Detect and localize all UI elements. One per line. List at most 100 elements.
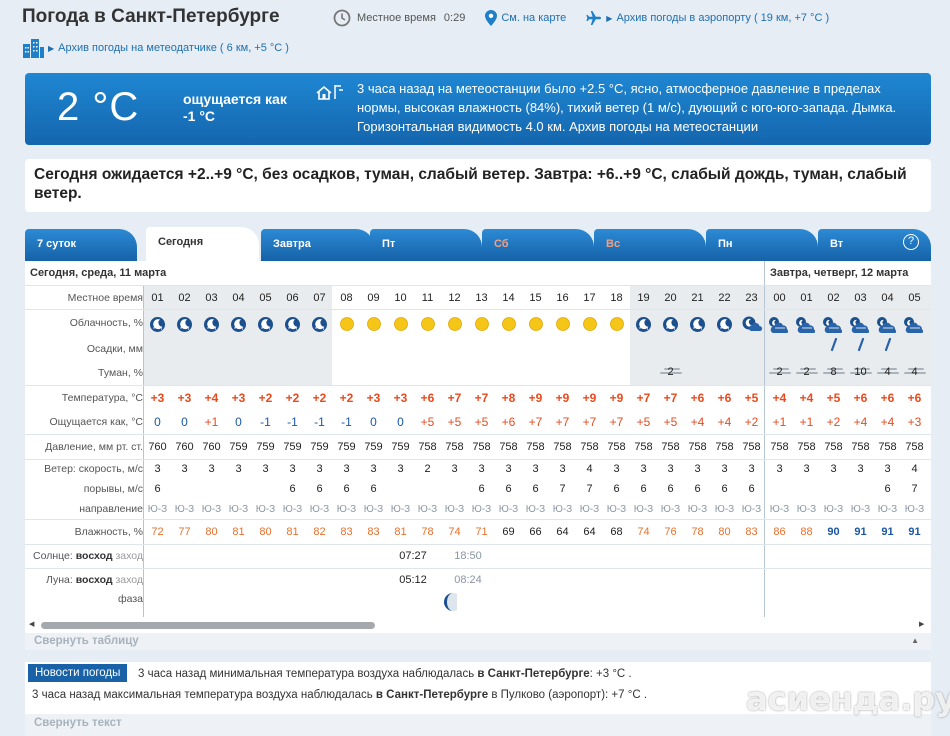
wind-gust-value: 6 xyxy=(613,483,620,495)
temperature-value: +3 xyxy=(231,391,246,405)
wind-speed-value: 3 xyxy=(451,463,458,475)
wind-speed-value: 3 xyxy=(830,463,837,475)
wind-gust-value: 6 xyxy=(532,483,539,495)
wind-gust-value: 6 xyxy=(343,483,350,495)
feels-like-value: 0 xyxy=(181,415,188,429)
wind-speed-value: 3 xyxy=(208,463,215,475)
map-pin-icon xyxy=(485,10,498,26)
wind-direction: Ю-З xyxy=(633,504,654,515)
wind-direction: Ю-З xyxy=(525,504,546,515)
tab-monday[interactable]: Пн xyxy=(706,229,818,261)
humidity-value: 88 xyxy=(800,526,813,538)
temperature-value: +2 xyxy=(339,391,354,405)
pressure-value: 758 xyxy=(607,441,626,453)
feels-like-value: -1 xyxy=(341,415,352,429)
wind-direction: Ю-З xyxy=(282,504,303,515)
moonrise-time: 05:12 xyxy=(399,574,427,586)
news-city: в Санкт-Петербурге xyxy=(375,689,489,701)
humidity-value: 64 xyxy=(583,526,596,538)
day-header-tomorrow: Завтра, четверг, 12 марта xyxy=(770,267,909,279)
fog-value: 4 xyxy=(884,366,891,378)
chevron-up-icon: ▲ xyxy=(911,636,919,645)
feels-like-value: +1 xyxy=(772,415,787,429)
airport-archive-link[interactable]: Архив погоды в аэропорту ( 19 км, +7 °С … xyxy=(616,12,829,24)
pressure-value: 759 xyxy=(364,441,383,453)
wind-speed-value: 3 xyxy=(640,463,647,475)
tab-saturday[interactable]: Сб xyxy=(482,229,594,261)
tab-tomorrow[interactable]: Завтра xyxy=(261,229,374,261)
row-label-moon-phase: фаза xyxy=(117,593,143,605)
wind-gust-value: 6 xyxy=(667,483,674,495)
hour-label: 01 xyxy=(151,292,164,304)
clear-night-icon xyxy=(198,316,225,336)
temperature-value: +5 xyxy=(826,391,841,405)
tab-sunday[interactable]: Вс xyxy=(594,229,706,261)
help-icon[interactable]: ? xyxy=(903,234,919,250)
hour-label: 14 xyxy=(502,292,515,304)
humidity-value: 71 xyxy=(475,526,488,538)
station-archive-link[interactable]: Архив погоды на метеодатчике ( 6 км, +5 … xyxy=(58,42,289,54)
clear-night-icon xyxy=(225,316,252,336)
hour-label: 17 xyxy=(583,292,596,304)
page-header: Погода в Санкт-Петербурге Местное время … xyxy=(22,4,932,58)
feels-like-value: +1 xyxy=(799,415,814,429)
temperature-value: +6 xyxy=(853,391,868,405)
map-link[interactable]: См. на карте xyxy=(501,12,566,24)
humidity-value: 68 xyxy=(610,526,623,538)
feels-like-value: +5 xyxy=(636,415,651,429)
pressure-value: 760 xyxy=(202,441,221,453)
pressure-value: 759 xyxy=(337,441,356,453)
moonrise-label: восход xyxy=(75,574,113,586)
hour-label: 22 xyxy=(718,292,731,304)
tab-today[interactable]: Сегодня xyxy=(146,227,259,261)
row-label-feels: Ощущается как, °С xyxy=(49,416,143,428)
feels-like-value: +6 xyxy=(501,415,516,429)
collapse-table-label: Свернуть таблицу xyxy=(34,635,139,647)
scroll-right-arrow[interactable]: ▶ xyxy=(919,620,924,628)
feels-like-value: +3 xyxy=(907,415,922,429)
news-text: 3 часа назад минимальная температура воз… xyxy=(138,668,478,680)
scroll-left-arrow[interactable]: ◀ xyxy=(29,620,34,628)
horizontal-scrollbar[interactable] xyxy=(41,622,375,629)
hour-label: 02 xyxy=(178,292,191,304)
hour-label: 08 xyxy=(340,292,353,304)
hour-label: 20 xyxy=(664,292,677,304)
humidity-value: 77 xyxy=(178,526,191,538)
tab-7-days[interactable]: 7 суток xyxy=(25,229,137,261)
temperature-value: +4 xyxy=(204,391,219,405)
wind-speed-value: 3 xyxy=(154,463,161,475)
wind-direction: Ю-З xyxy=(309,504,330,515)
wind-gust-value: 6 xyxy=(370,483,377,495)
wind-direction: Ю-З xyxy=(228,504,249,515)
sun-icon xyxy=(603,316,630,335)
row-label-humidity: Влажность, % xyxy=(74,526,143,538)
wind-direction: Ю-З xyxy=(498,504,519,515)
wind-direction: Ю-З xyxy=(606,504,627,515)
news-tag[interactable]: Новости погоды xyxy=(28,664,128,682)
sun-icon xyxy=(387,316,414,335)
tab-friday[interactable]: Пт xyxy=(370,229,482,261)
sun-icon xyxy=(495,316,522,335)
feels-like-value: 0 xyxy=(235,415,242,429)
pressure-value: 759 xyxy=(283,441,302,453)
hour-label: 15 xyxy=(529,292,542,304)
hour-label: 09 xyxy=(367,292,380,304)
collapse-table-button[interactable]: Свернуть таблицу ▲ xyxy=(25,633,931,650)
feels-like-value: 0 xyxy=(370,415,377,429)
feels-like-value: +4 xyxy=(717,415,732,429)
cloudy-night-icon xyxy=(793,316,820,337)
wind-speed-value: 3 xyxy=(397,463,404,475)
humidity-value: 74 xyxy=(637,526,650,538)
row-label-time: Местное время xyxy=(67,292,143,304)
wind-speed-value: 3 xyxy=(316,463,323,475)
wind-speed-value: 3 xyxy=(694,463,701,475)
feels-like: ощущается как -1 °С xyxy=(183,91,287,124)
wind-speed-value: 3 xyxy=(289,463,296,475)
clear-night-icon xyxy=(144,316,171,336)
pressure-value: 758 xyxy=(851,441,870,453)
pressure-value: 758 xyxy=(445,441,464,453)
wind-direction: Ю-З xyxy=(363,504,384,515)
wind-speed-value: 4 xyxy=(911,463,918,475)
wind-gust-value: 6 xyxy=(478,483,485,495)
divider xyxy=(25,459,931,460)
